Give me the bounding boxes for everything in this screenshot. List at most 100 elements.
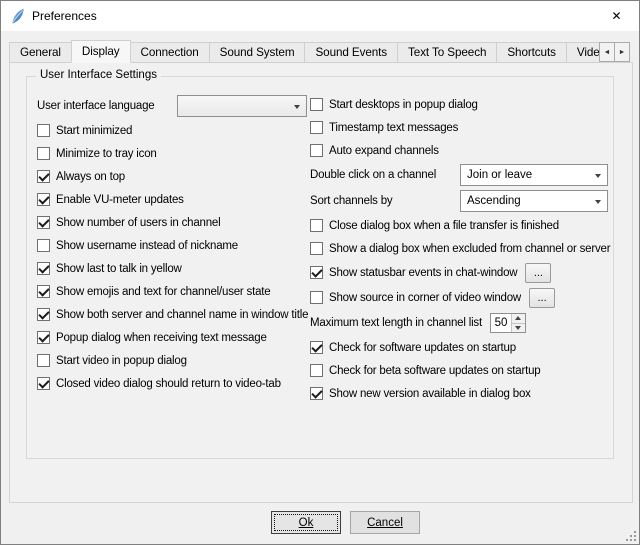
checkbox-check-updates[interactable]: Check for software updates on startup	[310, 336, 608, 359]
checkbox-desktops-popup[interactable]: Start desktops in popup dialog	[310, 93, 608, 116]
tab-scroll-control: ◄ ►	[599, 42, 630, 62]
checkbox-label: Closed video dialog should return to vid…	[56, 378, 281, 390]
checkbox-auto-expand-channels[interactable]: Auto expand channels	[310, 139, 608, 162]
video-source-more-button[interactable]: ...	[529, 288, 555, 308]
tab-scroll-left-button[interactable]: ◄	[599, 42, 615, 62]
checkbox-box	[37, 331, 50, 344]
tab-display[interactable]: Display	[71, 40, 131, 63]
checkbox-label: Minimize to tray icon	[56, 148, 157, 160]
sort-channels-combobox[interactable]: Ascending	[460, 190, 608, 212]
cancel-button[interactable]: Cancel	[350, 511, 420, 534]
checkbox-label: Show source in corner of video window	[329, 292, 521, 304]
checkbox-label: Check for software updates on startup	[329, 342, 516, 354]
video-source-row: Show source in corner of video window ..…	[310, 285, 608, 310]
checkbox-always-on-top[interactable]: Always on top	[37, 165, 307, 188]
tab-connection[interactable]: Connection	[130, 42, 210, 63]
checkbox-label: Show last to talk in yellow	[56, 263, 182, 275]
group-title: User Interface Settings	[36, 69, 161, 81]
checkbox-label: Start desktops in popup dialog	[329, 99, 478, 111]
checkbox-box	[310, 98, 323, 111]
double-click-row: Double click on a channel Join or leave	[310, 162, 608, 188]
tab-bar: General Display Connection Sound System …	[9, 40, 601, 63]
tab-video[interactable]: Video	[566, 42, 601, 63]
checkbox-label: Close dialog box when a file transfer is…	[329, 220, 559, 232]
checkbox-label: Auto expand channels	[329, 145, 439, 157]
max-text-length-label: Maximum text length in channel list	[310, 317, 482, 329]
checkbox-label: Always on top	[56, 171, 125, 183]
checkbox-box	[37, 285, 50, 298]
checkbox-start-minimized[interactable]: Start minimized	[37, 119, 307, 142]
checkbox-label: Show statusbar events in chat-window	[329, 267, 517, 279]
double-click-value: Join or leave	[467, 169, 532, 181]
checkbox-popup-text-message[interactable]: Popup dialog when receiving text message	[37, 326, 307, 349]
tab-shortcuts[interactable]: Shortcuts	[496, 42, 566, 63]
triangle-up-icon	[515, 316, 521, 320]
checkbox-label: Start minimized	[56, 125, 132, 137]
checkbox-excluded-dialog[interactable]: Show a dialog box when excluded from cha…	[310, 237, 608, 260]
tab-sound-system[interactable]: Sound System	[209, 42, 306, 63]
cancel-button-label: Cancel	[367, 517, 403, 529]
checkbox-new-version-dialog[interactable]: Show new version available in dialog box	[310, 382, 608, 405]
tab-scroll-right-button[interactable]: ►	[614, 42, 630, 62]
checkbox-box	[37, 239, 50, 252]
checkbox-box	[37, 193, 50, 206]
tab-text-to-speech[interactable]: Text To Speech	[397, 42, 497, 63]
checkbox-label: Show both server and channel name in win…	[56, 309, 308, 321]
left-column: User interface language Start minimized …	[37, 93, 307, 395]
tab-sound-events[interactable]: Sound Events	[304, 42, 398, 63]
chevron-down-icon	[595, 174, 601, 178]
checkbox-box	[37, 216, 50, 229]
statusbar-events-row: Show statusbar events in chat-window ...	[310, 260, 608, 285]
checkbox-timestamp-messages[interactable]: Timestamp text messages	[310, 116, 608, 139]
title-bar[interactable]: Preferences ✕	[1, 1, 639, 31]
checkbox-box	[37, 262, 50, 275]
double-click-label: Double click on a channel	[310, 169, 436, 181]
checkbox-server-channel-in-title[interactable]: Show both server and channel name in win…	[37, 303, 307, 326]
checkbox-last-talk-yellow[interactable]: Show last to talk in yellow	[37, 257, 307, 280]
right-column: Start desktops in popup dialog Timestamp…	[310, 93, 608, 405]
checkbox-box	[37, 377, 50, 390]
user-interface-settings-group: User Interface Settings User interface l…	[26, 76, 614, 459]
checkbox-show-username[interactable]: Show username instead of nickname	[37, 234, 307, 257]
checkbox-label: Popup dialog when receiving text message	[56, 332, 267, 344]
checkbox-label: Show number of users in channel	[56, 217, 220, 229]
max-text-length-spinner[interactable]: 50	[490, 313, 526, 333]
double-click-combobox[interactable]: Join or leave	[460, 164, 608, 186]
checkbox-box	[310, 341, 323, 354]
preferences-dialog: Preferences ✕ General Display Connection…	[0, 0, 640, 545]
checkbox-video-return-tab[interactable]: Closed video dialog should return to vid…	[37, 372, 307, 395]
checkbox-label: Show a dialog box when excluded from cha…	[329, 243, 610, 255]
checkbox-video-source-corner[interactable]: Show source in corner of video window	[310, 291, 521, 304]
checkbox-label: Check for beta software updates on start…	[329, 365, 541, 377]
checkbox-box	[310, 387, 323, 400]
chevron-down-icon	[294, 105, 300, 109]
checkbox-minimize-to-tray[interactable]: Minimize to tray icon	[37, 142, 307, 165]
max-text-length-row: Maximum text length in channel list 50	[310, 310, 608, 336]
checkbox-video-popup[interactable]: Start video in popup dialog	[37, 349, 307, 372]
max-text-length-value: 50	[491, 314, 511, 332]
ok-button[interactable]: Ok	[271, 511, 341, 534]
spin-up-button[interactable]	[512, 314, 525, 323]
checkbox-close-filetransfer-dialog[interactable]: Close dialog box when a file transfer is…	[310, 214, 608, 237]
checkbox-box	[37, 170, 50, 183]
checkbox-check-beta-updates[interactable]: Check for beta software updates on start…	[310, 359, 608, 382]
checkbox-show-user-count[interactable]: Show number of users in channel	[37, 211, 307, 234]
language-combobox[interactable]	[177, 95, 307, 117]
tab-general[interactable]: General	[9, 42, 72, 63]
chevron-down-icon	[595, 200, 601, 204]
statusbar-events-more-button[interactable]: ...	[525, 263, 551, 283]
checkbox-label: Enable VU-meter updates	[56, 194, 184, 206]
close-button[interactable]: ✕	[594, 1, 639, 31]
spin-down-button[interactable]	[512, 323, 525, 333]
checkbox-label: Show new version available in dialog box	[329, 388, 531, 400]
checkbox-label: Show username instead of nickname	[56, 240, 238, 252]
checkbox-vu-meter-updates[interactable]: Enable VU-meter updates	[37, 188, 307, 211]
checkbox-label: Show emojis and text for channel/user st…	[56, 286, 271, 298]
sort-channels-value: Ascending	[467, 195, 521, 207]
checkbox-emoji-text-state[interactable]: Show emojis and text for channel/user st…	[37, 280, 307, 303]
checkbox-box	[310, 219, 323, 232]
checkbox-statusbar-events[interactable]: Show statusbar events in chat-window	[310, 266, 517, 279]
resize-grip[interactable]	[624, 529, 637, 542]
sort-channels-label: Sort channels by	[310, 195, 392, 207]
checkbox-box	[310, 266, 323, 279]
